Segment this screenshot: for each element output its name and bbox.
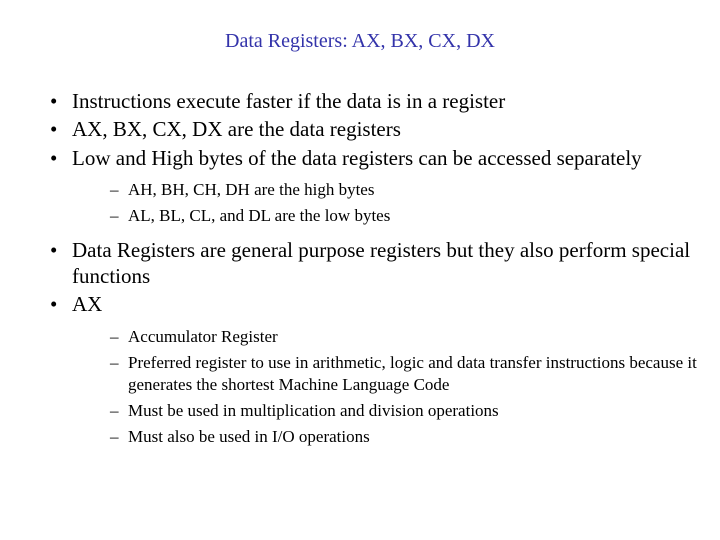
main-bullet-list: Instructions execute faster if the data … (20, 88, 700, 448)
bullet-text: Low and High bytes of the data registers… (72, 146, 642, 170)
sub-bullet-item: Must be used in multiplication and divis… (110, 400, 700, 422)
bullet-item: Instructions execute faster if the data … (50, 88, 700, 114)
sub-bullet-list: Accumulator Register Preferred register … (72, 326, 700, 448)
bullet-text: AX (72, 292, 102, 316)
sub-bullet-list: AH, BH, CH, DH are the high bytes AL, BL… (72, 179, 700, 227)
sub-bullet-item: Preferred register to use in arithmetic,… (110, 352, 700, 396)
bullet-item: AX, BX, CX, DX are the data registers (50, 116, 700, 142)
bullet-item: Data Registers are general purpose regis… (50, 237, 700, 290)
sub-bullet-item: Must also be used in I/O operations (110, 426, 700, 448)
slide-title: Data Registers: AX, BX, CX, DX (20, 30, 700, 53)
bullet-item: AX Accumulator Register Preferred regist… (50, 291, 700, 448)
sub-bullet-item: AH, BH, CH, DH are the high bytes (110, 179, 700, 201)
sub-bullet-item: Accumulator Register (110, 326, 700, 348)
sub-bullet-item: AL, BL, CL, and DL are the low bytes (110, 205, 700, 227)
bullet-item: Low and High bytes of the data registers… (50, 145, 700, 227)
